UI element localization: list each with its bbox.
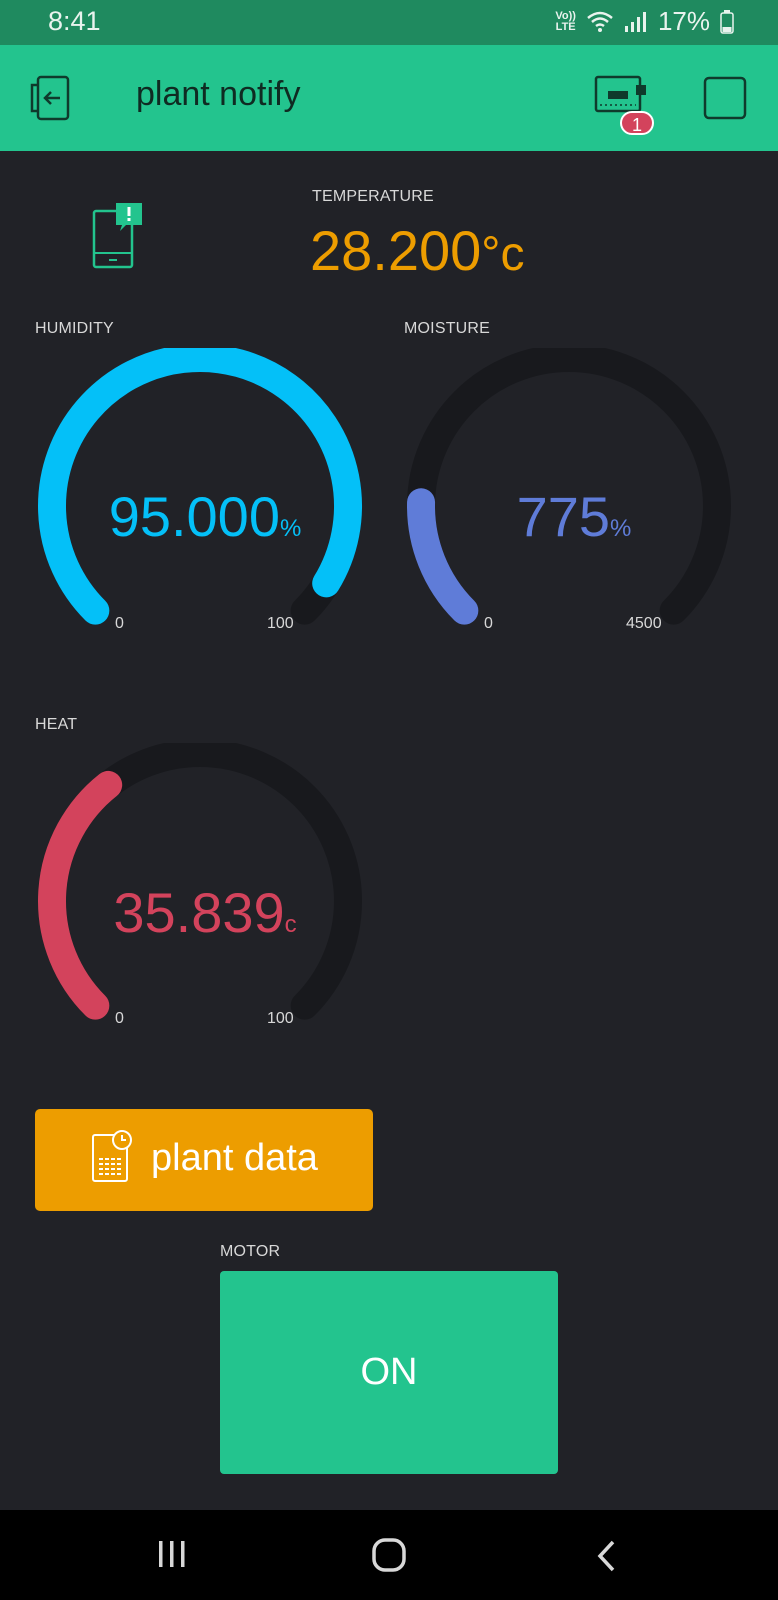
heat-max: 100 <box>267 1010 294 1027</box>
recents-button[interactable] <box>140 1510 250 1600</box>
temperature-label: TEMPERATURE <box>312 188 434 205</box>
humidity-max: 100 <box>267 615 294 632</box>
notification-phone-icon <box>92 203 142 269</box>
exit-icon <box>30 75 70 121</box>
temperature-value: 28.200°c <box>310 219 525 282</box>
moisture-label: MOISTURE <box>404 320 491 337</box>
moisture-value: 775% <box>516 485 632 548</box>
back-nav-icon <box>597 1540 615 1572</box>
device-count-badge: 1 <box>620 111 654 135</box>
heat-label: HEAT <box>35 716 78 733</box>
plant-data-button[interactable]: plant data <box>35 1109 373 1211</box>
app-title: plant notify <box>136 75 301 113</box>
home-nav-icon <box>372 1538 406 1572</box>
square-icon <box>703 76 747 120</box>
back-button[interactable] <box>570 1510 650 1600</box>
motor-label: MOTOR <box>220 1243 281 1260</box>
home-button[interactable] <box>340 1510 440 1600</box>
battery-percent: 17% <box>657 6 710 36</box>
humidity-label: HUMIDITY <box>35 320 114 337</box>
moisture-max: 4500 <box>626 615 662 632</box>
wifi-icon <box>587 11 613 32</box>
humidity-value: 95.000% <box>108 485 302 548</box>
square-button[interactable] <box>703 76 747 125</box>
humidity-min: 0 <box>115 615 124 632</box>
exit-button[interactable] <box>30 75 78 126</box>
heat-value: 35.839c <box>113 881 297 944</box>
motor-button-label: ON <box>360 1351 418 1393</box>
app-bar: plant notify <box>0 45 778 151</box>
status-indicators: Vo)) LTE 17% <box>555 6 734 37</box>
recents-nav-icon <box>159 1541 185 1567</box>
volte-indicator: Vo)) LTE <box>555 9 576 33</box>
status-bar: 8:41 Vo)) LTE 17% <box>0 0 778 45</box>
signal-icon <box>624 11 646 32</box>
heat-min: 0 <box>115 1010 124 1027</box>
moisture-min: 0 <box>484 615 493 632</box>
status-time: 8:41 <box>48 6 101 36</box>
battery-icon <box>720 9 734 34</box>
device-icon <box>594 75 646 113</box>
temperature-unit: °c <box>481 228 525 281</box>
notification-widget[interactable] <box>92 203 144 274</box>
navigation-bar <box>0 1510 778 1600</box>
report-clock-icon <box>92 1130 132 1182</box>
motor-toggle-button[interactable]: ON <box>220 1271 558 1474</box>
plant-data-label: plant data <box>151 1137 318 1179</box>
